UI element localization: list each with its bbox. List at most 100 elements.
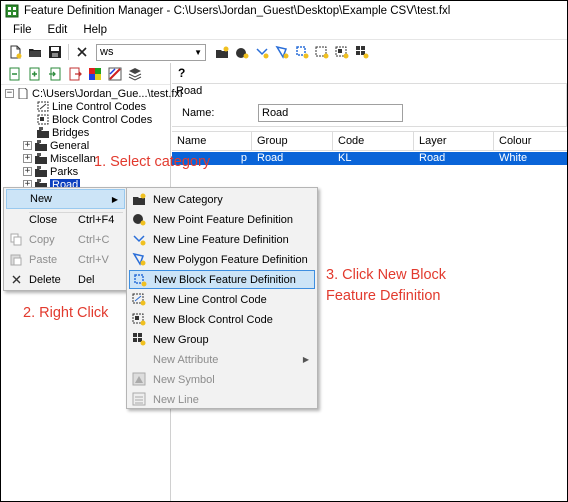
line-control-icon [132,293,146,306]
column-header-layer[interactable]: Layer [414,132,494,151]
menu-item-label: New Block Feature Definition [154,273,296,286]
tree-export-button[interactable] [65,64,85,84]
new-file-icon [10,45,22,59]
annotation-step3-line2: Feature Definition [326,288,441,304]
new-file-button[interactable] [5,42,25,62]
open-folder-icon [29,49,41,57]
tree-import-button[interactable] [45,64,65,84]
chevron-right-icon: ▶ [111,194,118,204]
context-menu-close[interactable]: Close Ctrl+F4 [6,210,125,230]
menu-item-label: New Line Control Code [153,293,267,306]
file-icon [18,88,28,99]
submenu-new-attribute[interactable]: New Attribute ▶ [129,350,315,369]
column-header-code[interactable]: Code [333,132,414,151]
column-header-name[interactable]: Name [172,132,252,151]
submenu-new-symbol[interactable]: New Symbol [129,370,315,389]
new-block-button[interactable] [292,42,312,62]
submenu-new-line-feature[interactable]: New Line Feature Definition [129,230,315,249]
line-control-icon [315,46,329,59]
submenu-new-line[interactable]: New Line [129,390,315,409]
new-polygon-button[interactable] [272,42,292,62]
detail-groupbox: Road Name: [172,83,567,127]
new-category-button[interactable] [212,42,232,62]
menu-item-label: Paste [29,254,58,266]
tree-expand-toggle[interactable]: + [23,141,32,150]
submenu-new-polygon-feature[interactable]: New Polygon Feature Definition [129,250,315,269]
column-header-colour[interactable]: Colour [494,132,567,151]
new-line-control-button[interactable] [312,42,332,62]
tree-item-label: Bridges [52,126,90,139]
menu-item-shortcut: Ctrl+V [78,254,109,266]
line-feature-icon [133,235,146,246]
line-feature-icon [256,48,269,59]
point-feature-icon [236,48,249,59]
name-label: Name: [182,107,215,119]
workspace-value: ws [100,46,114,58]
menu-item-label: New Symbol [153,373,215,386]
context-menu: New ▶ Close Ctrl+F4 Copy Ctrl+C Paste Ct… [3,187,128,291]
menu-item-label: New Category [153,193,223,206]
layers-button[interactable] [125,64,145,84]
new-group-button[interactable] [352,42,372,62]
submenu-new-line-control-code[interactable]: New Line Control Code [129,290,315,309]
new-point-button[interactable] [232,42,252,62]
table-row[interactable]: p Road KL Road White [172,152,567,165]
tree-root[interactable]: − C:\Users\Jordan_Gue...\test.fxl [5,87,182,100]
menu-item-label: New Polygon Feature Definition [153,253,308,266]
close-button[interactable] [72,42,92,62]
import-icon [49,67,61,80]
tree-collapse-button[interactable] [5,64,25,84]
submenu-new-block-feature[interactable]: New Block Feature Definition [129,270,315,289]
column-header-group[interactable]: Group [252,132,333,151]
submenu-new-group[interactable]: New Group [129,330,315,349]
expand-icon [29,67,40,80]
tree-item-general[interactable]: + General [23,139,89,152]
menu-file[interactable]: File [5,24,40,36]
close-icon [77,47,87,57]
new-line-button[interactable] [252,42,272,62]
tree-expand-toggle[interactable]: + [23,154,32,163]
submenu-new-point-feature[interactable]: New Point Feature Definition [129,210,315,229]
group-icon [356,46,369,59]
open-button[interactable] [25,42,45,62]
point-feature-icon [133,214,146,226]
help-button[interactable]: ? [178,66,185,80]
tree-item-miscellan[interactable]: + Miscellan [23,152,96,165]
tree-item-parks[interactable]: + Parks [23,165,78,178]
tree-item-block-control-codes[interactable]: Block Control Codes [37,113,152,126]
linestyle-button[interactable] [105,64,125,84]
tree-expand-toggle[interactable]: + [23,167,32,176]
menu-help[interactable]: Help [75,24,115,36]
annotation-step1: 1. Select category [94,154,211,170]
tree-collapse-toggle[interactable]: − [5,89,14,98]
tree-item-line-control-codes[interactable]: Line Control Codes [37,100,146,113]
context-menu-delete[interactable]: Delete Del [6,270,125,290]
linestyle-icon [108,67,122,80]
block-control-icon [37,114,49,125]
new-submenu: New Category New Point Feature Definitio… [126,187,318,409]
tree-item-bridges[interactable]: Bridges [37,126,89,139]
delete-icon [12,275,21,284]
menu-edit[interactable]: Edit [40,24,76,36]
context-menu-paste[interactable]: Paste Ctrl+V [6,250,125,270]
paste-icon [10,254,22,266]
workspace-select[interactable]: ws ▼ [96,43,206,61]
tree-expand-button[interactable] [25,64,45,84]
name-field[interactable] [258,104,403,122]
submenu-new-block-control-code[interactable]: New Block Control Code [129,310,315,329]
menu-item-label: New Line [153,393,199,406]
save-button[interactable] [45,42,65,62]
context-menu-copy[interactable]: Copy Ctrl+C [6,230,125,250]
menu-item-shortcut: Ctrl+C [78,234,110,246]
context-menu-new[interactable]: New ▶ [6,189,125,209]
submenu-new-category[interactable]: New Category [129,190,315,209]
menu-item-shortcut: Del [78,274,95,286]
menu-item-label: New [30,193,53,205]
block-feature-icon [296,46,309,59]
color-palette-button[interactable] [85,64,105,84]
tree-item-label: Line Control Codes [52,100,147,113]
line-control-icon [37,101,49,112]
new-block-control-button[interactable] [332,42,352,62]
layers-icon [128,67,142,81]
menu-item-label: Close [29,214,58,226]
